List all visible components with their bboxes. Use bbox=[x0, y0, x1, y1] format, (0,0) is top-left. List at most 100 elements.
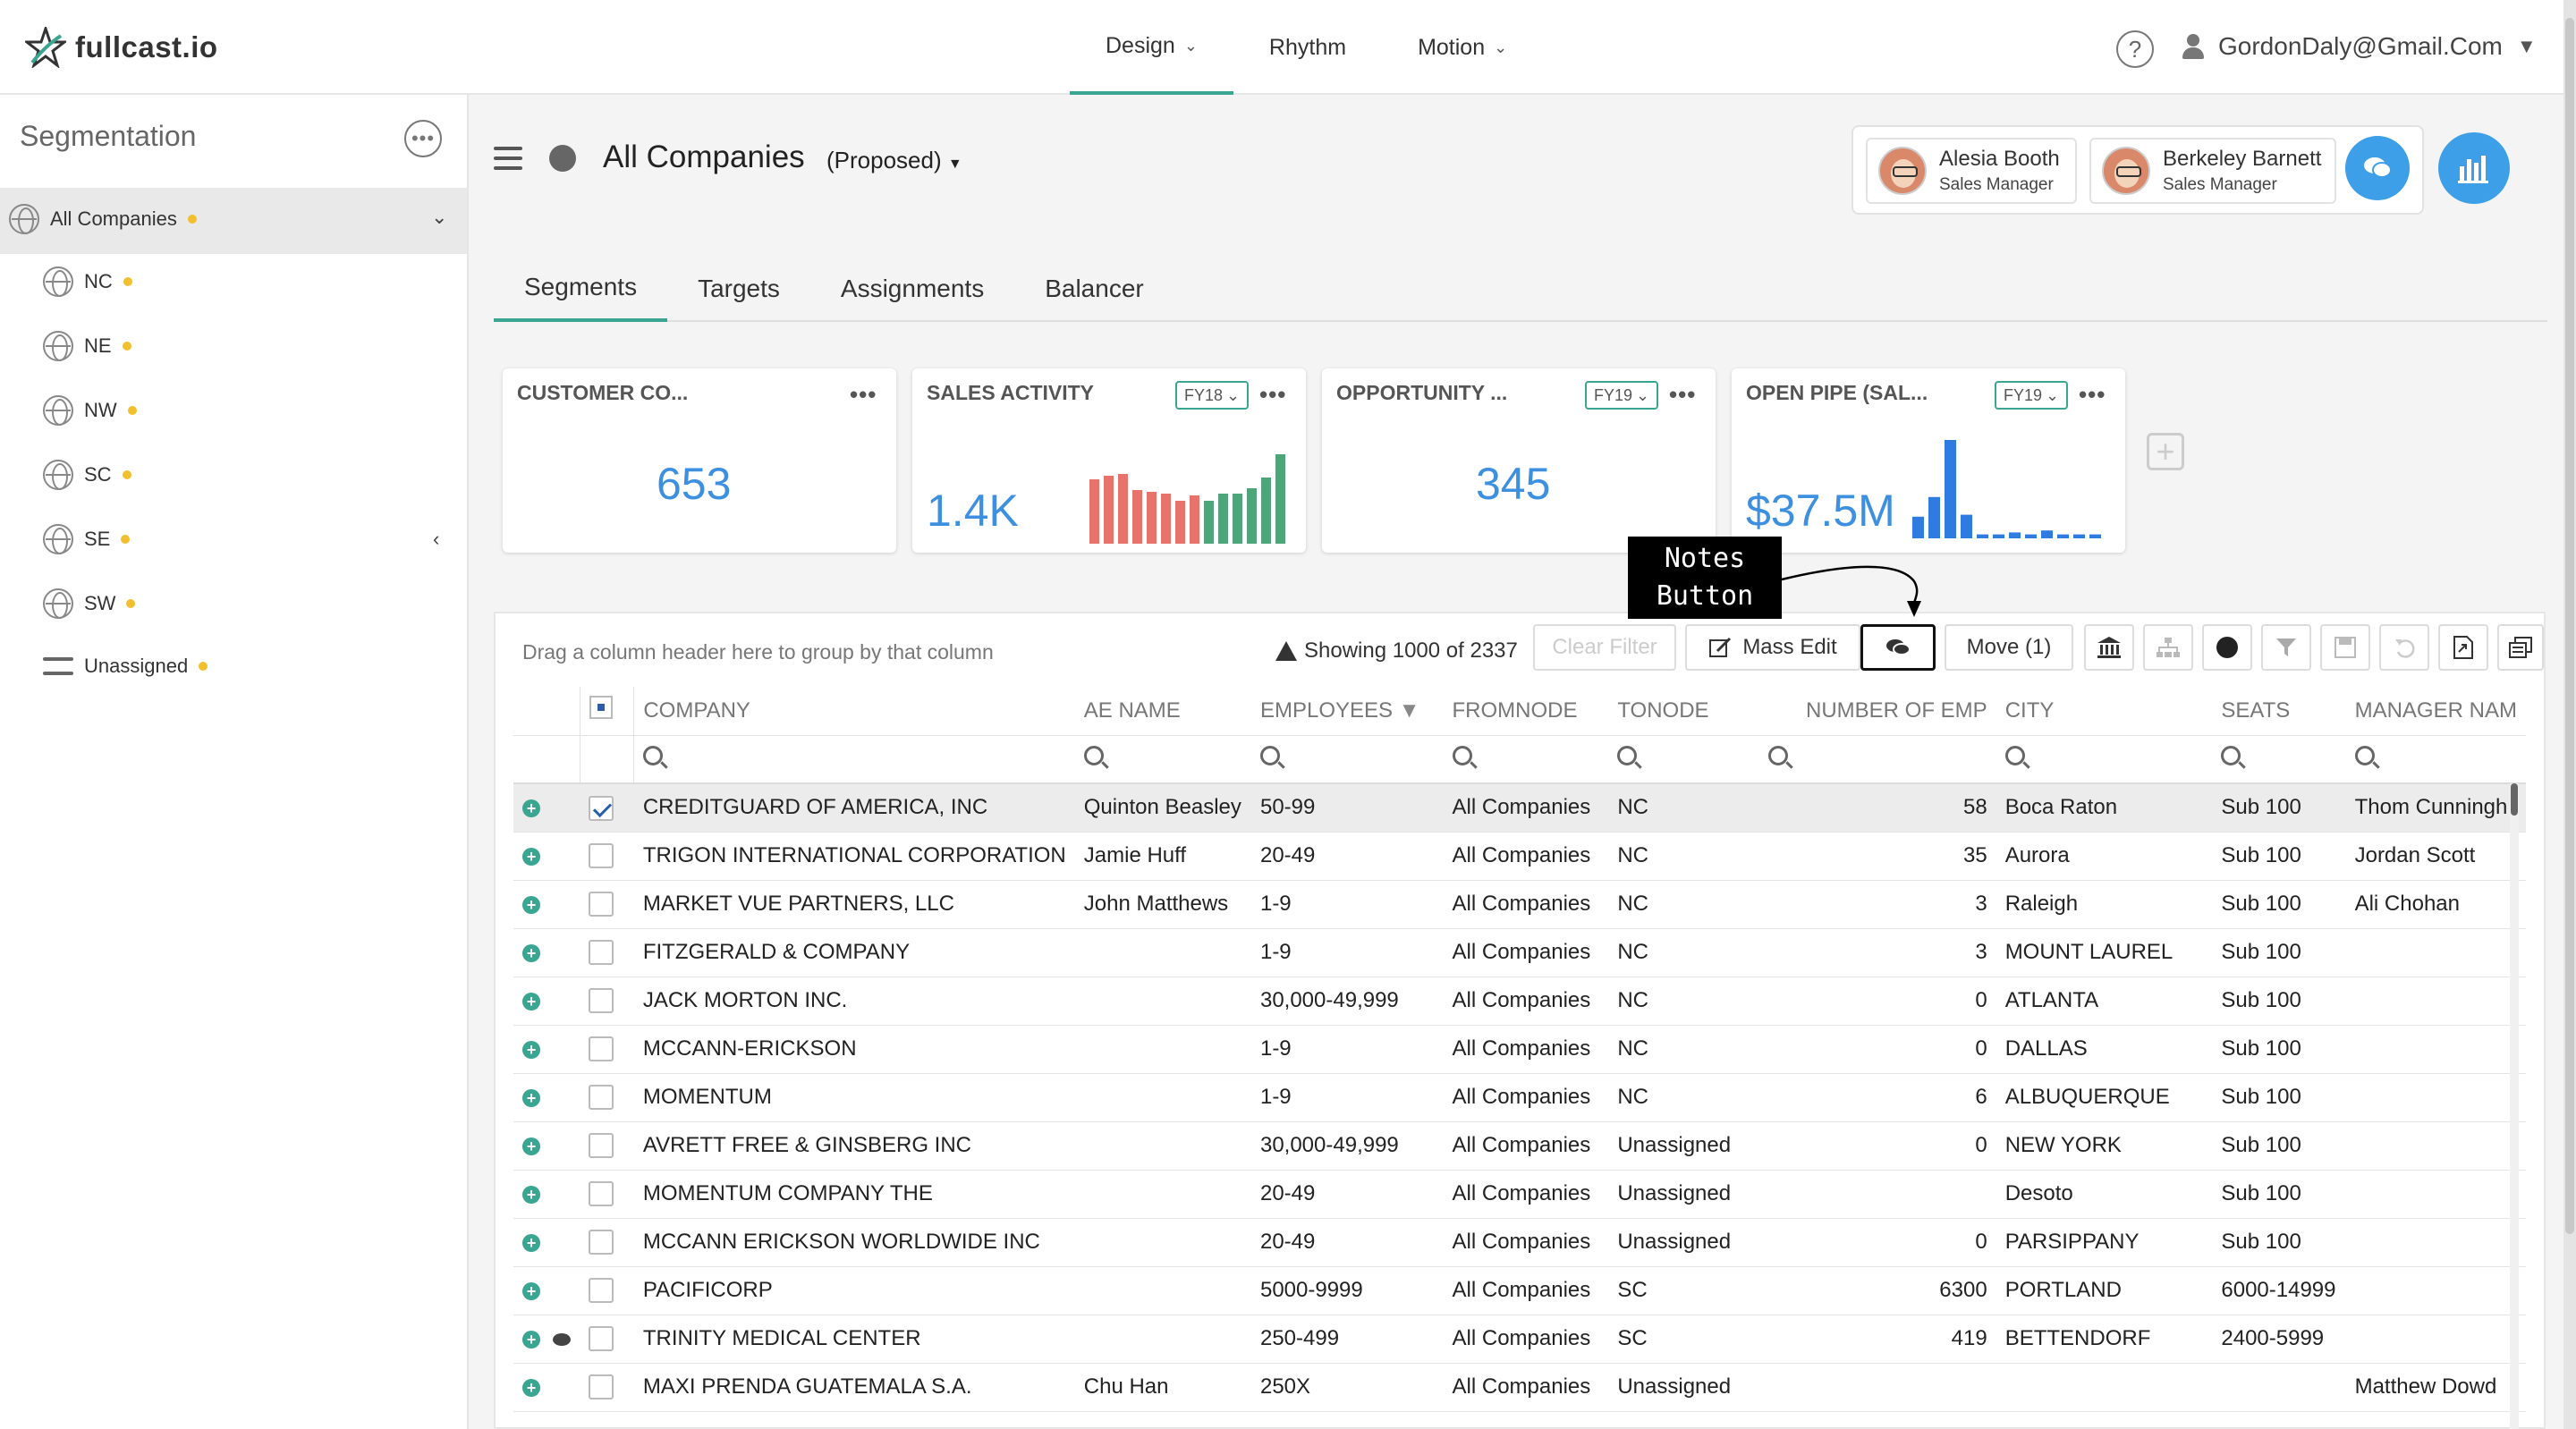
sidebar-item-nc[interactable]: NC bbox=[43, 266, 132, 297]
table-row[interactable]: + AVRETT FREE & GINSBERG INC 30,000-49,999… bbox=[513, 1121, 2526, 1171]
sidebar-item-nw[interactable]: NW bbox=[43, 395, 137, 426]
filter-icon[interactable] bbox=[2261, 624, 2311, 671]
more-options-icon[interactable]: ••• bbox=[404, 120, 442, 157]
filter-city[interactable] bbox=[1996, 735, 2213, 784]
sidebar-item-sc[interactable]: SC bbox=[43, 460, 131, 490]
table-row[interactable]: + CREDITGUARD OF AMERICA, INC Quinton Beas… bbox=[513, 783, 2526, 833]
row-checkbox[interactable] bbox=[589, 795, 614, 821]
column-header-ae-name[interactable]: AE NAME bbox=[1074, 687, 1251, 736]
chat-button[interactable] bbox=[2345, 136, 2410, 200]
note-indicator-icon[interactable] bbox=[553, 1332, 571, 1346]
tab-segments[interactable]: Segments bbox=[494, 256, 668, 322]
tab-targets[interactable]: Targets bbox=[667, 256, 810, 322]
export-icon[interactable] bbox=[2438, 624, 2488, 671]
notes-button[interactable] bbox=[1860, 624, 1936, 671]
row-checkbox[interactable] bbox=[589, 1036, 614, 1062]
column-header-fromnode[interactable]: FROMNODE bbox=[1443, 687, 1609, 736]
filter-manager-name[interactable] bbox=[2345, 735, 2526, 784]
table-row[interactable]: + MOMENTUM 1-9 All Companies NC 6 ALBUQUERQUE S… bbox=[513, 1073, 2526, 1122]
table-row[interactable]: + FITZGERALD & COMPANY 1-9 All Companies NC 3… bbox=[513, 928, 2526, 977]
fiscal-year-select[interactable]: FY19 ⌄ bbox=[1995, 381, 2069, 410]
row-checkbox[interactable] bbox=[589, 988, 614, 1014]
row-checkbox[interactable] bbox=[589, 1374, 614, 1400]
header-select-all[interactable] bbox=[579, 687, 634, 736]
sidebar-root-row[interactable]: All Companies bbox=[9, 204, 197, 234]
row-checkbox[interactable] bbox=[589, 1133, 614, 1159]
chevron-left-icon[interactable]: ‹ bbox=[433, 528, 439, 551]
filter-ae-name[interactable] bbox=[1074, 735, 1251, 784]
column-header-manager-name[interactable]: MANAGER NAM bbox=[2345, 687, 2526, 736]
sidebar-item-sw[interactable]: SW bbox=[43, 588, 136, 619]
column-header-company[interactable]: COMPANY bbox=[633, 687, 1075, 736]
table-row[interactable]: + MAXI PRENDA GUATEMALA S.A. Chu Han 250X Al… bbox=[513, 1363, 2526, 1412]
row-checkbox[interactable] bbox=[589, 1230, 614, 1256]
column-header-seats[interactable]: SEATS bbox=[2212, 687, 2346, 736]
more-options-icon[interactable]: ••• bbox=[2079, 381, 2106, 409]
row-checkbox[interactable] bbox=[589, 843, 614, 869]
expand-row-icon[interactable]: + bbox=[522, 944, 540, 962]
record-icon[interactable] bbox=[2202, 624, 2252, 671]
brand-logo[interactable]: fullcast.io bbox=[25, 27, 218, 68]
fiscal-year-select[interactable]: FY18 ⌄ bbox=[1175, 381, 1250, 410]
more-options-icon[interactable]: ••• bbox=[1669, 381, 1696, 409]
bank-icon[interactable] bbox=[2084, 624, 2134, 671]
filter-number-of-emp[interactable] bbox=[1797, 735, 1996, 784]
kpi-card-open-pipe[interactable]: OPEN PIPE (SAL... FY19 ⌄ ••• $37.5M bbox=[1732, 368, 2125, 553]
sidebar-item-se[interactable]: SE bbox=[43, 524, 131, 554]
expand-row-icon[interactable]: + bbox=[522, 1186, 540, 1204]
expand-row-icon[interactable]: + bbox=[522, 1041, 540, 1059]
more-options-icon[interactable]: ••• bbox=[1259, 381, 1286, 409]
filter-fromnode[interactable] bbox=[1443, 735, 1609, 784]
filter-company[interactable] bbox=[633, 735, 1075, 784]
mass-edit-button[interactable]: Mass Edit bbox=[1685, 624, 1860, 671]
column-header-number-of-emp[interactable]: NUMBER OF EMP bbox=[1797, 687, 1996, 736]
chevron-down-icon[interactable]: ⌄ bbox=[431, 206, 447, 229]
grid-scrollbar[interactable] bbox=[2510, 783, 2519, 1429]
table-row[interactable]: + MOMENTUM COMPANY THE 20-49 All Companies U… bbox=[513, 1170, 2526, 1219]
expand-row-icon[interactable]: + bbox=[522, 1282, 540, 1300]
row-checkbox[interactable] bbox=[589, 892, 614, 917]
save-icon[interactable] bbox=[2320, 624, 2370, 671]
row-checkbox[interactable] bbox=[589, 940, 614, 966]
filter-active-icon[interactable]: ▼ bbox=[1399, 698, 1420, 723]
tab-balancer[interactable]: Balancer bbox=[1014, 256, 1174, 322]
nav-motion[interactable]: Motion ⌄ bbox=[1382, 0, 1543, 95]
user-menu[interactable]: GordonDaly@Gmail.Com ▼ bbox=[2182, 32, 2537, 61]
column-header-city[interactable]: CITY bbox=[1996, 687, 2213, 736]
analytics-button[interactable] bbox=[2438, 132, 2510, 204]
filter-seats[interactable] bbox=[2212, 735, 2346, 784]
table-row[interactable]: + PACIFICORP 5000-9999 All Companies SC 6300 P… bbox=[513, 1266, 2526, 1315]
row-checkbox[interactable] bbox=[589, 1278, 614, 1304]
table-row[interactable]: + MARKET VUE PARTNERS, LLC John Matthews 1-… bbox=[513, 880, 2526, 929]
hierarchy-icon[interactable] bbox=[2143, 624, 2193, 671]
row-checkbox[interactable] bbox=[589, 1181, 614, 1207]
column-header-employees[interactable]: EMPLOYEES ▼ bbox=[1250, 687, 1444, 736]
scenario-dropdown[interactable]: (Proposed) ▼ bbox=[826, 147, 962, 174]
move-button[interactable]: Move (1) bbox=[1945, 624, 2073, 671]
nav-design[interactable]: Design ⌄ bbox=[1070, 0, 1233, 95]
hamburger-menu-icon[interactable] bbox=[494, 147, 522, 170]
filter-employees[interactable] bbox=[1250, 735, 1444, 784]
undo-icon[interactable] bbox=[2379, 624, 2429, 671]
expand-row-icon[interactable]: + bbox=[522, 1331, 540, 1349]
expand-row-icon[interactable]: + bbox=[522, 993, 540, 1010]
row-checkbox[interactable] bbox=[589, 1326, 614, 1352]
select-all-checkbox[interactable] bbox=[589, 696, 613, 720]
clear-filter-button[interactable]: Clear Filter bbox=[1533, 624, 1676, 671]
table-row[interactable]: + MCCANN ERICKSON WORLDWIDE INC 20-49 All C… bbox=[513, 1218, 2526, 1267]
add-kpi-icon[interactable]: + bbox=[2147, 433, 2184, 470]
page-scrollbar[interactable] bbox=[2563, 0, 2576, 1429]
expand-row-icon[interactable]: + bbox=[522, 799, 540, 818]
fiscal-year-select[interactable]: FY19 ⌄ bbox=[1585, 381, 1659, 410]
kpi-card-opportunity[interactable]: OPPORTUNITY ... FY19 ⌄ ••• 345 bbox=[1322, 368, 1716, 553]
sidebar-item-unassigned[interactable]: Unassigned bbox=[43, 655, 208, 678]
manager-card[interactable]: Alesia Booth Sales Manager bbox=[1866, 138, 2077, 204]
expand-row-icon[interactable]: + bbox=[522, 896, 540, 914]
table-row[interactable]: + MCCANN-ERICKSON 1-9 All Companies NC 0 DALLA… bbox=[513, 1025, 2526, 1074]
columns-icon[interactable] bbox=[2497, 624, 2544, 671]
manager-card[interactable]: Berkeley Barnett Sales Manager bbox=[2089, 138, 2336, 204]
sidebar-item-ne[interactable]: NE bbox=[43, 331, 131, 361]
expand-row-icon[interactable]: + bbox=[522, 1234, 540, 1252]
table-row[interactable]: + TRINITY MEDICAL CENTER 250-499 All Compan… bbox=[513, 1315, 2526, 1364]
table-row[interactable]: + TRIGON INTERNATIONAL CORPORATION Jamie H… bbox=[513, 832, 2526, 881]
